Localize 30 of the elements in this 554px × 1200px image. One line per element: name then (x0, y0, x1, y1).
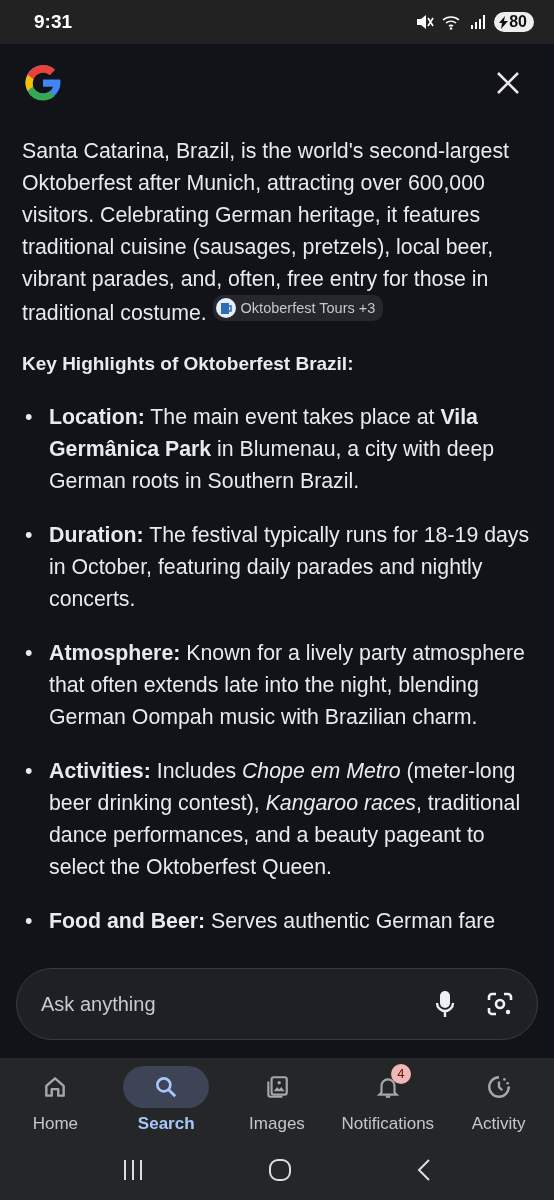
bullet-text: Activities: Includes Chope em Metro (meter-long beer drinking contest), Kangaroo races, traditional dance performances, and a beauty pageant to select the Oktoberfest Queen. (49, 758, 522, 881)
search-field[interactable]: Ask anything (39, 991, 409, 1017)
recent-apps-icon (122, 1159, 144, 1181)
bullet-marker: • (25, 758, 33, 785)
nav-tab[interactable]: Activity (443, 1066, 554, 1134)
clock-icon (485, 1074, 512, 1100)
nav-tab[interactable]: Home (0, 1066, 111, 1134)
clock: 9:31 (34, 11, 74, 33)
bullet-marker: • (25, 908, 33, 935)
signal-icon (470, 14, 487, 30)
bullet-text: Location: The main event takes place at Vila Germânica Park in Blumenau, a city with deep German roots in Southern Brazil. (49, 404, 496, 495)
answer-paragraph: Santa Catarina, Brazil, is the world's second-largest Oktoberfest after Munich, attracting over 600,000 visitors. Celebrating German heritage, it features traditional cuisine (sausages, pretzels), local beer, vibrant parades, and, often, free entry for those in traditional costume. Oktoberfest Tours +3 (22, 138, 511, 327)
nav-tab[interactable]: Search (110, 1066, 222, 1134)
mute-icon (416, 14, 435, 30)
bullet-marker: • (25, 640, 33, 667)
source-chip[interactable]: Oktoberfest Tours +3 (212, 295, 384, 321)
images-icon (264, 1074, 290, 1100)
notification-badge: 4 (390, 1064, 411, 1084)
chevron-left-icon (416, 1158, 432, 1182)
section-heading: Key Highlights of Oktoberfest Brazil: (22, 352, 355, 376)
bullet-marker: • (25, 522, 33, 549)
rounded-square-icon (268, 1158, 292, 1182)
bullet-marker: • (25, 404, 33, 431)
mug-icon (215, 298, 236, 318)
nav-tab[interactable]: Images (221, 1066, 333, 1134)
bullet-text: Atmosphere: Known for a lively party atmosphere that often extends late into the night, blending German Oompah music with Brazilian charm. (49, 640, 526, 731)
battery-indicator: 80 (494, 12, 534, 32)
bullet-text: Food and Beer: Serves authentic German fare (49, 908, 496, 935)
nav-tab[interactable]: 4 Notifications (332, 1066, 444, 1134)
bullet-text: Duration: The festival typically runs for 18-19 days in October, featuring daily parades and nightly concerts. (49, 522, 531, 613)
